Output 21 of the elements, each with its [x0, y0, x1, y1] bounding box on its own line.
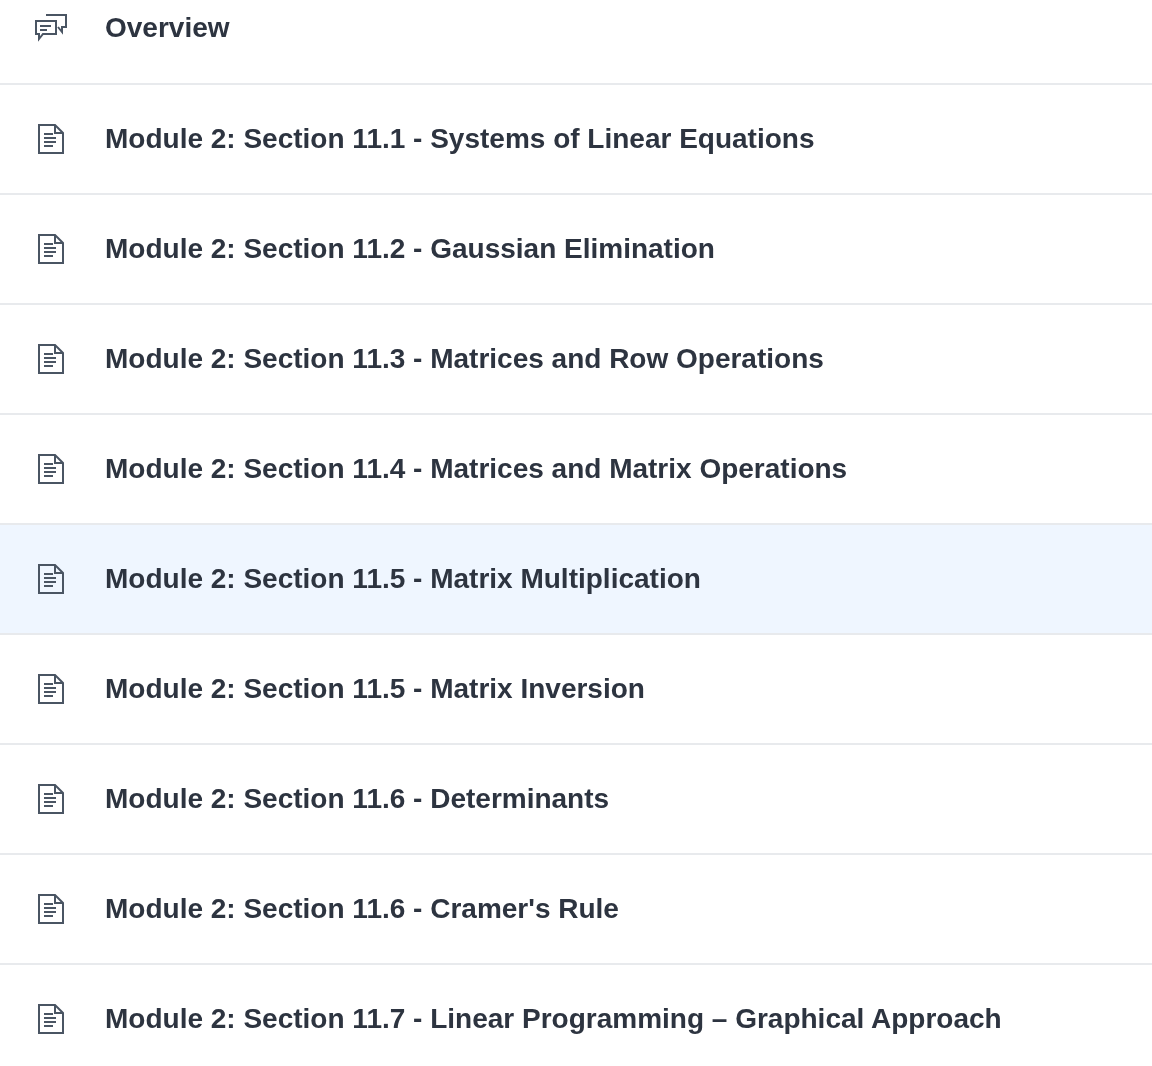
document-icon [36, 893, 65, 925]
document-icon [36, 233, 65, 265]
document-icon [36, 343, 65, 375]
item-title: Overview [105, 10, 230, 45]
item-title: Module 2: Section 11.4 - Matrices and Matrix Operations [105, 452, 848, 486]
document-icon [36, 673, 65, 705]
item-title: Module 2: Section 11.6 - Cramer's Rule [105, 892, 619, 926]
document-icon [36, 783, 65, 815]
item-title: Module 2: Section 11.2 - Gaussian Elimination [105, 232, 715, 266]
discussion-icon [33, 12, 68, 43]
item-title: Module 2: Section 11.5 - Matrix Inversion [105, 672, 645, 706]
item-title: Module 2: Section 11.1 - Systems of Linear Equations [105, 122, 815, 156]
item-title: Module 2: Section 11.6 - Determinants [105, 782, 610, 816]
item-title: Module 2: Section 11.7 - Linear Programming – Graphical Approach [105, 1002, 1002, 1036]
document-icon [36, 1003, 65, 1035]
document-icon [36, 453, 65, 485]
document-icon [36, 563, 65, 595]
module-item[interactable]: Module 2: Section 11.5 - Matrix Multiplication [0, 525, 1152, 635]
item-title: Module 2: Section 11.3 - Matrices and Row Operations [105, 342, 824, 376]
document-icon [36, 123, 65, 155]
item-title: Module 2: Section 11.5 - Matrix Multiplication [105, 562, 701, 596]
